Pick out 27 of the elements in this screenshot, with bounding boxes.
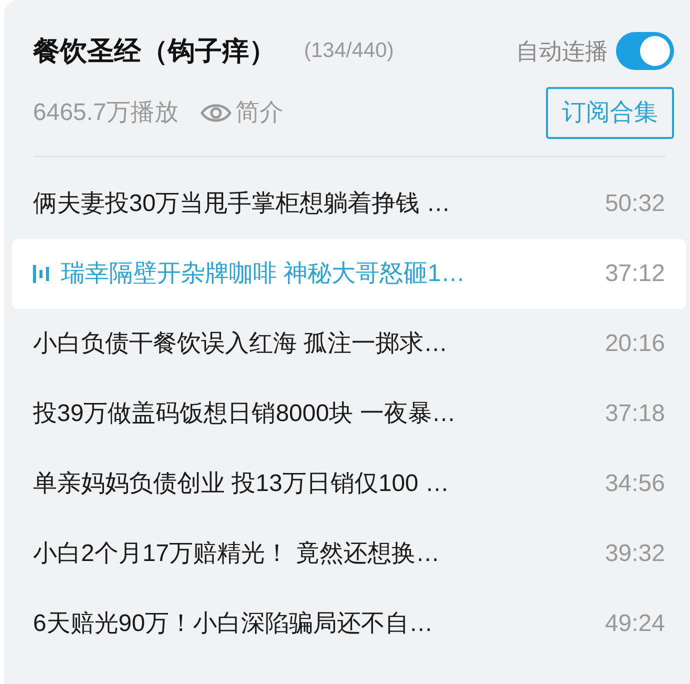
episode-title: 单亲妈妈负债创业 投13万日销仅100 … — [33, 469, 450, 499]
episode-count: (134/440) — [304, 38, 394, 64]
episode-title: 小白负债干餐饮误入红海 孤注一掷求… — [33, 329, 448, 359]
episode-row[interactable]: 小白2个月17万赔精光！ 竟然还想换… 39:32 — [12, 519, 686, 589]
episode-row[interactable]: 投39万做盖码饭想日销8000块 一夜暴… 37:18 — [12, 379, 686, 449]
episode-title: 小白2个月17万赔精光！ 竟然还想换… — [33, 539, 440, 569]
episode-row[interactable]: 俩夫妻投30万当甩手掌柜想躺着挣钱 … 50:32 — [12, 169, 686, 239]
episode-title: 投39万做盖码饭想日销8000块 一夜暴… — [33, 399, 456, 429]
episode-title: 瑞幸隔壁开杂牌咖啡 神秘大哥怒砸1… — [61, 259, 466, 289]
autoplay-label: 自动连播 — [516, 36, 608, 66]
episode-duration: 37:12 — [604, 259, 665, 289]
playlist-title: 餐饮圣经（钩子痒） — [33, 34, 276, 68]
playing-icon — [33, 265, 49, 283]
episode-duration: 20:16 — [604, 329, 665, 359]
episode-title: 俩夫妻投30万当甩手掌柜想躺着挣钱 … — [33, 189, 450, 219]
episode-duration: 34:56 — [604, 469, 665, 499]
episode-duration: 50:32 — [604, 189, 665, 219]
play-count: 6465.7万播放 — [33, 98, 178, 128]
episode-duration: 37:18 — [604, 399, 665, 429]
episode-row[interactable]: 单亲妈妈负债创业 投13万日销仅100 … 34:56 — [12, 449, 686, 519]
autoplay-toggle[interactable] — [616, 32, 674, 70]
episode-duration: 39:32 — [604, 539, 665, 569]
episode-row[interactable]: 6天赔光90万！小白深陷骗局还不自… 49:24 — [12, 589, 686, 659]
episode-row[interactable]: 小白负债干餐饮误入红海 孤注一掷求… 20:16 — [12, 309, 686, 379]
episode-title: 6天赔光90万！小白深陷骗局还不自… — [33, 609, 434, 639]
episode-duration: 49:24 — [604, 609, 665, 639]
eye-icon — [200, 102, 232, 124]
